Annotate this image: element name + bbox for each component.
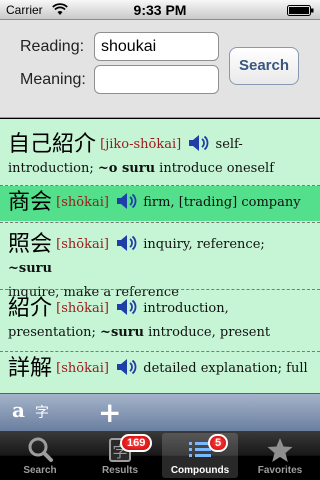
list-item[interactable]: 自己紹介 [jiko-shōkai] self- introduction; ~… <box>0 133 320 181</box>
kanji-glyph: 字 <box>34 405 49 421</box>
meaning-input[interactable] <box>94 65 219 94</box>
bottom-toolbar: a字 + <box>0 393 320 431</box>
entry-reading: [shōkai] <box>56 195 109 210</box>
entry-gloss: inquiry, reference; <box>139 237 265 252</box>
add-favorite-button[interactable]: + <box>98 396 121 429</box>
compounds-count-badge: 5 <box>208 434 229 452</box>
tab-compounds[interactable]: 5 Compounds <box>162 433 238 478</box>
entry-gloss: introduce oneself <box>155 161 275 176</box>
entry-gloss: self- <box>211 137 243 152</box>
divider <box>0 289 320 290</box>
font-toggle-button[interactable]: a字 <box>12 398 49 422</box>
entry-kanji: 紹介 <box>8 296 53 321</box>
entry-reading: [jiko-shōkai] <box>100 137 182 152</box>
entry-gloss-bold: ~suru <box>8 261 52 276</box>
entry-gloss: detailed explanation; full <box>139 361 308 376</box>
speaker-icon[interactable] <box>115 234 137 252</box>
entry-gloss: presentation; <box>8 325 101 340</box>
tab-label: Search <box>23 465 57 476</box>
list-item[interactable]: 商会 [shōkai] firm, [trading] company <box>0 186 320 221</box>
entry-reading: [shōkai] <box>56 237 109 252</box>
results-count-badge: 169 <box>120 434 153 452</box>
tab-favorites[interactable]: Favorites <box>242 433 318 478</box>
entry-reading: [shōkai] <box>56 301 109 316</box>
entry-kanji: 詳解 <box>8 356 53 381</box>
tab-label: Results <box>101 465 139 476</box>
list-item[interactable]: 照会 [shōkai] inquiry, reference; ~suru in… <box>0 233 320 305</box>
results-list[interactable]: 自己紹介 [jiko-shōkai] self- introduction; ~… <box>0 119 320 393</box>
search-panel: Reading: Meaning: Search <box>0 20 320 118</box>
reading-label: Reading: <box>20 38 85 55</box>
entry-gloss-bold: ~suru <box>100 325 145 340</box>
entry-kanji: 照会 <box>8 232 53 257</box>
speaker-icon[interactable] <box>187 134 209 152</box>
status-bar: Carrier 9:33 PM <box>0 0 320 20</box>
magnifier-icon <box>28 437 53 462</box>
divider <box>0 222 320 223</box>
star-icon <box>267 438 293 462</box>
entry-reading: [shōkai] <box>56 361 109 376</box>
latin-glyph: a <box>12 398 25 422</box>
tab-label: Compounds <box>170 465 230 476</box>
entry-gloss: introduction; <box>8 161 98 176</box>
battery-icon <box>287 5 314 16</box>
speaker-icon[interactable] <box>115 298 137 316</box>
speaker-icon[interactable] <box>115 358 137 376</box>
search-button[interactable]: Search <box>229 47 299 85</box>
clock: 9:33 PM <box>133 2 187 18</box>
entry-kanji: 自己紹介 <box>8 132 97 157</box>
entry-gloss: firm, [trading] company <box>139 195 301 210</box>
meaning-label: Meaning: <box>20 71 86 88</box>
tab-results[interactable]: 字 169 Results <box>82 433 158 478</box>
entry-kanji: 商会 <box>8 190 53 215</box>
entry-gloss: introduce, present <box>144 325 271 340</box>
reading-input[interactable] <box>94 32 219 61</box>
entry-gloss: introduction, <box>139 301 229 316</box>
tab-label: Favorites <box>257 465 303 476</box>
divider <box>0 351 320 352</box>
list-item[interactable]: 紹介 [shōkai] introduction, presentation; … <box>0 297 320 345</box>
tab-search[interactable]: Search <box>2 433 78 478</box>
entry-gloss-bold: ~o suru <box>97 161 156 176</box>
tab-bar: Search 字 169 Results 5 Compounds Favorit… <box>0 431 320 480</box>
speaker-icon[interactable] <box>115 192 137 210</box>
list-item[interactable]: 詳解 [shōkai] detailed explanation; full <box>0 357 320 381</box>
